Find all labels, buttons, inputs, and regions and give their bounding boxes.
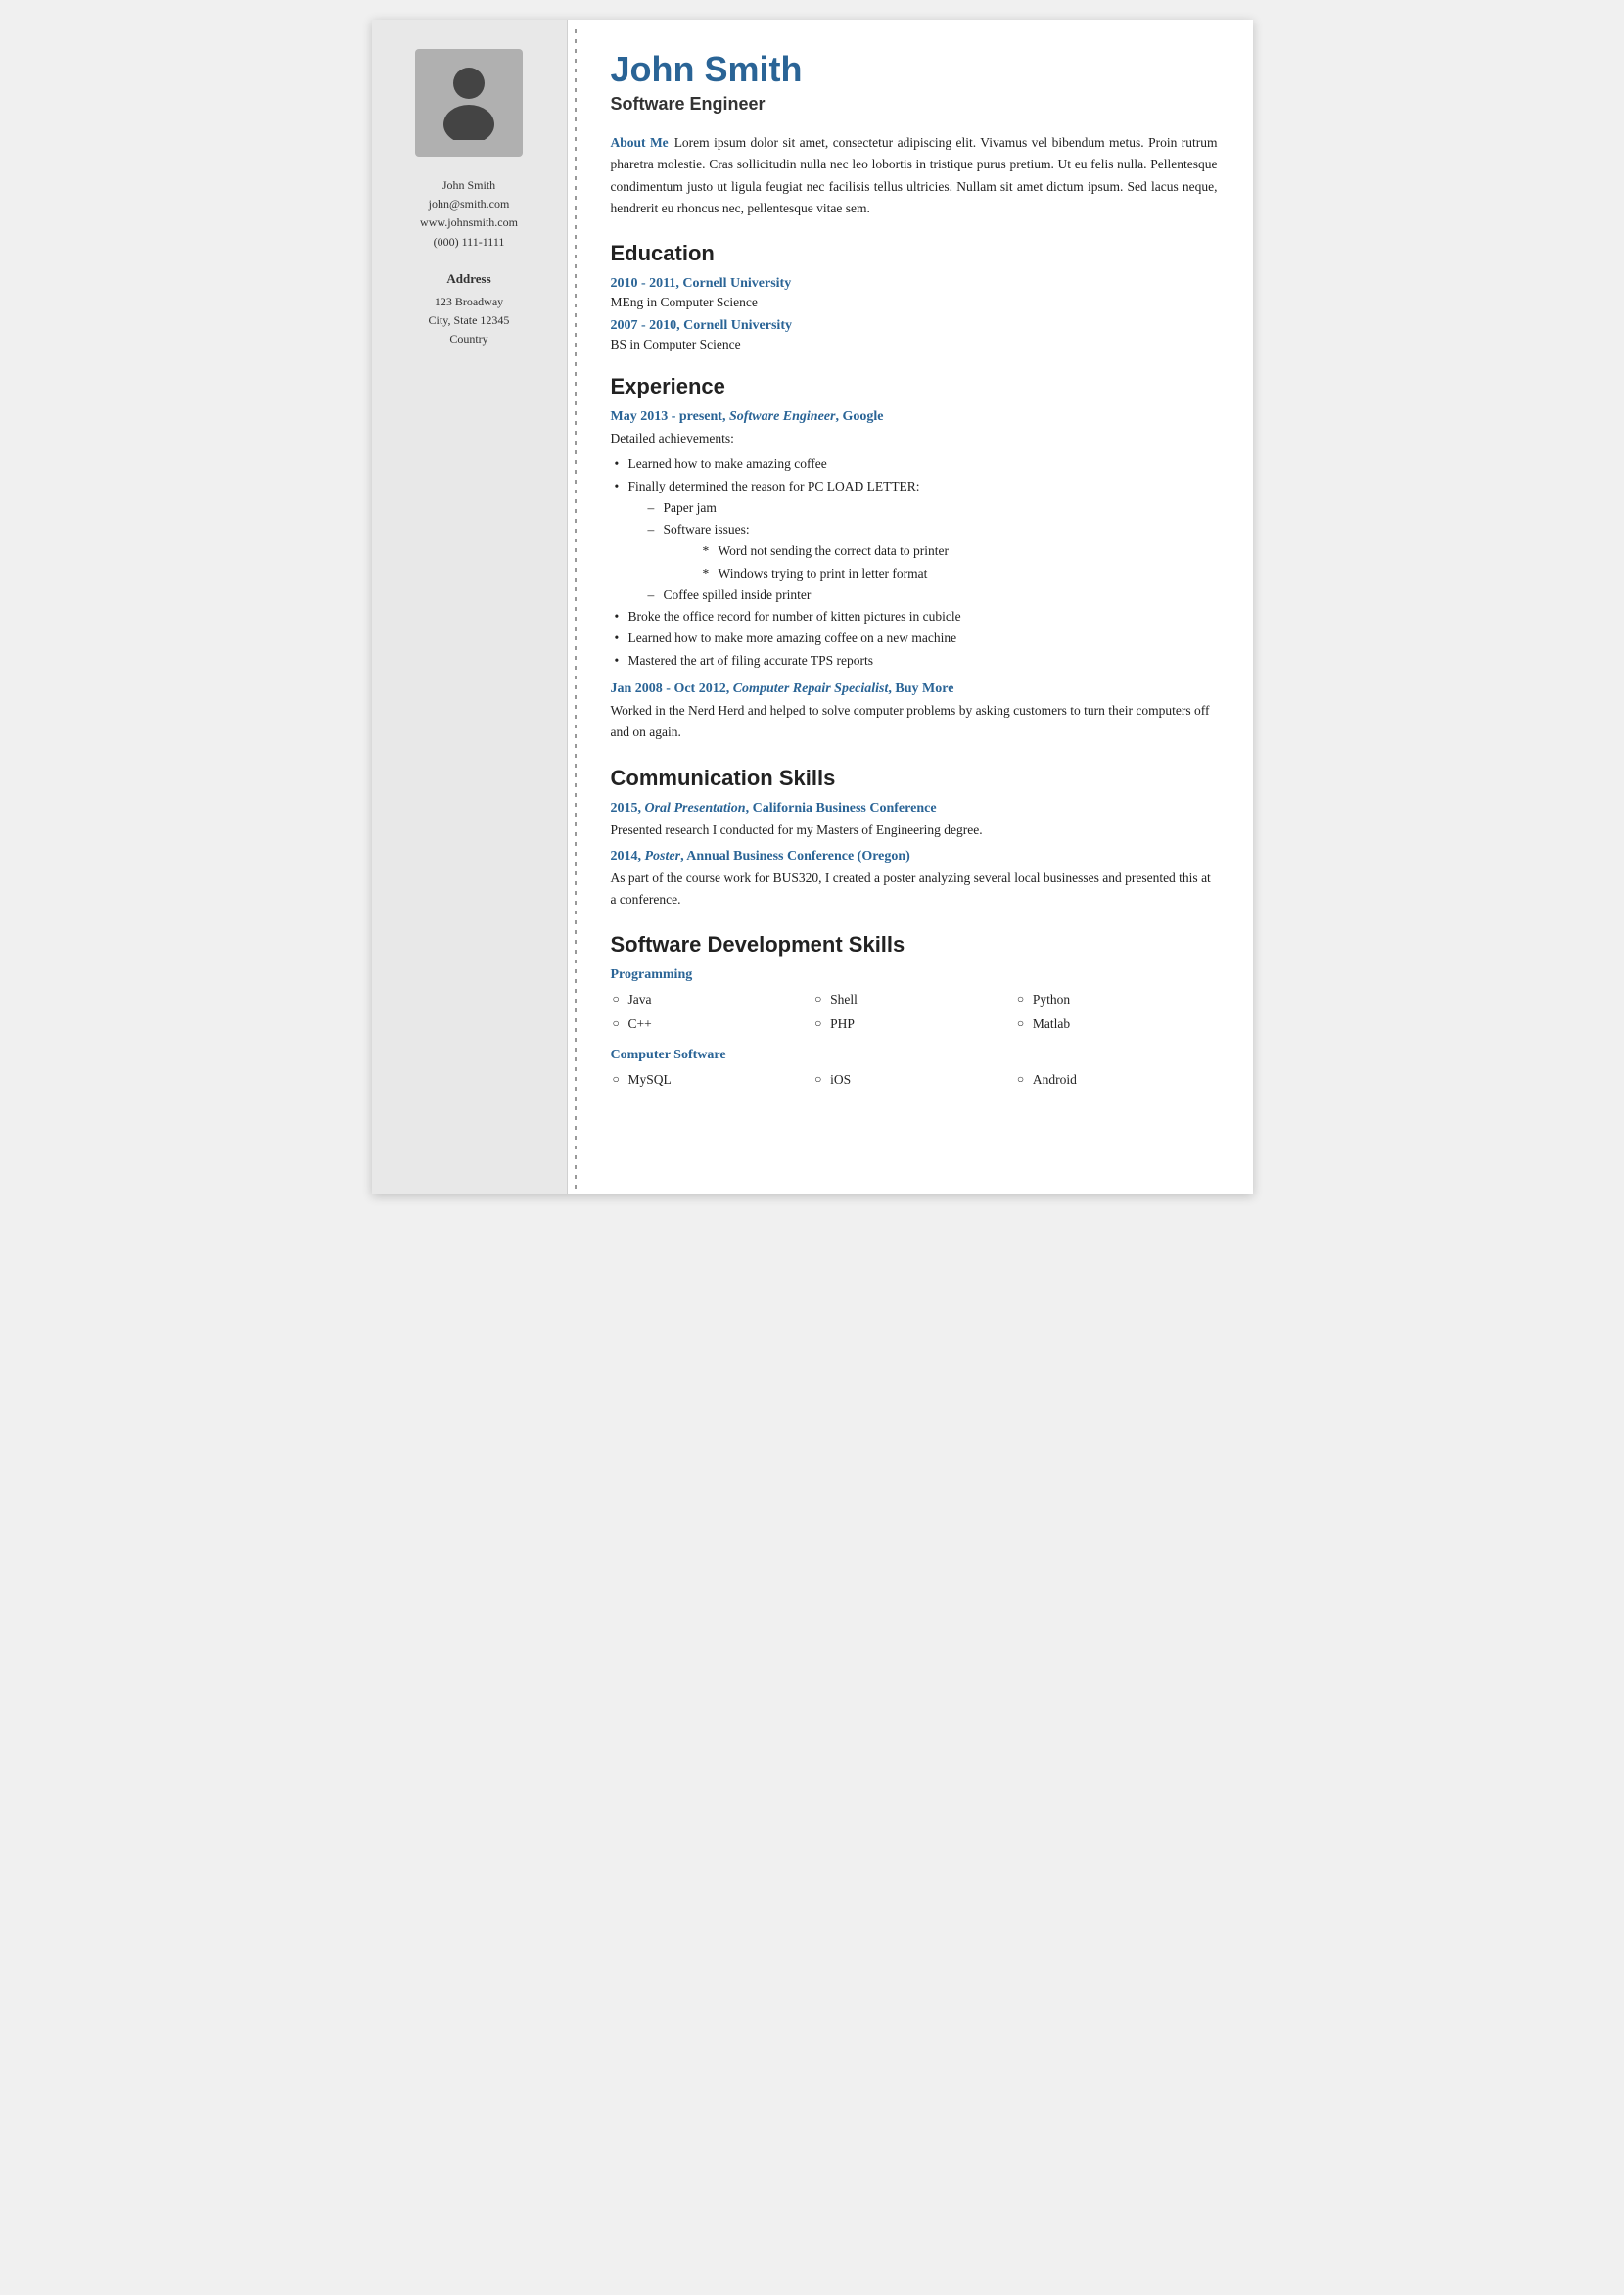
comm-title-2: 2014, Poster, Annual Business Conference… bbox=[611, 849, 1218, 865]
education-degree-2: BS in Computer Science bbox=[611, 337, 1218, 352]
sidebar-contact: John Smith john@smith.com www.johnsmith.… bbox=[420, 176, 518, 252]
sub-sub-bullet-item: Windows trying to print in letter format bbox=[664, 563, 1218, 585]
exp-body-1: Detailed achievements: bbox=[611, 428, 1218, 449]
skill-ios: iOS bbox=[812, 1069, 1015, 1092]
sub-sub-bullet-item: Word not sending the correct data to pri… bbox=[664, 540, 1218, 562]
experience-heading: Experience bbox=[611, 374, 1218, 399]
sub-bullet-item: Software issues: Word not sending the co… bbox=[628, 519, 1218, 585]
sidebar-phone: (000) 111-1111 bbox=[434, 235, 505, 249]
avatar bbox=[415, 49, 523, 157]
experience-section: Experience May 2013 - present, Software … bbox=[611, 374, 1218, 743]
exp-title-1: May 2013 - present, Software Engineer, G… bbox=[611, 409, 1218, 425]
person-icon bbox=[430, 62, 508, 145]
comm-body-1: Presented research I conducted for my Ma… bbox=[611, 820, 1218, 841]
exp-bullets-1: Learned how to make amazing coffee Final… bbox=[611, 453, 1218, 672]
experience-entry-1: May 2013 - present, Software Engineer, G… bbox=[611, 409, 1218, 672]
comm-body-2: As part of the course work for BUS320, I… bbox=[611, 867, 1218, 912]
education-degree-1: MEng in Computer Science bbox=[611, 295, 1218, 310]
bullet-item: Finally determined the reason for PC LOA… bbox=[611, 476, 1218, 607]
skills-section: Software Development Skills Programming … bbox=[611, 932, 1218, 1092]
communication-section: Communication Skills 2015, Oral Presenta… bbox=[611, 766, 1218, 912]
address-line2: City, State 12345 bbox=[429, 313, 510, 327]
address-line3: Country bbox=[449, 332, 487, 346]
education-entry-2: 2007 - 2010, Cornell University BS in Co… bbox=[611, 318, 1218, 352]
bullet-item: Learned how to make amazing coffee bbox=[611, 453, 1218, 475]
skill-php: PHP bbox=[812, 1013, 1015, 1036]
sidebar: John Smith john@smith.com www.johnsmith.… bbox=[372, 20, 568, 1194]
programming-grid: Java Shell Python C++ PHP Matlab bbox=[611, 989, 1218, 1036]
exp-body-2: Worked in the Nerd Herd and helped to so… bbox=[611, 700, 1218, 744]
skill-java: Java bbox=[611, 989, 813, 1011]
about-me-text: Lorem ipsum dolor sit amet, consectetur … bbox=[611, 135, 1218, 215]
job-title: Software Engineer bbox=[611, 94, 1218, 115]
software-grid: MySQL iOS Android bbox=[611, 1069, 1218, 1092]
experience-entry-2: Jan 2008 - Oct 2012, Computer Repair Spe… bbox=[611, 681, 1218, 744]
bullet-item: Broke the office record for number of ki… bbox=[611, 606, 1218, 628]
sub-bullets: Paper jam Software issues: Word not send… bbox=[628, 497, 1218, 606]
sub-sub-bullets: Word not sending the correct data to pri… bbox=[664, 540, 1218, 585]
education-entry-1: 2010 - 2011, Cornell University MEng in … bbox=[611, 276, 1218, 310]
communication-heading: Communication Skills bbox=[611, 766, 1218, 791]
main-content: John Smith Software Engineer About MeLor… bbox=[583, 20, 1253, 1194]
programming-label: Programming bbox=[611, 967, 1218, 983]
sidebar-website: www.johnsmith.com bbox=[420, 215, 518, 229]
skill-matlab: Matlab bbox=[1015, 1013, 1218, 1036]
about-me-label: About Me bbox=[611, 135, 669, 150]
divider-column bbox=[568, 20, 583, 1194]
sub-bullet-item: Coffee spilled inside printer bbox=[628, 585, 1218, 606]
skill-cpp: C++ bbox=[611, 1013, 813, 1036]
address-line1: 123 Broadway bbox=[435, 295, 503, 308]
sidebar-email: john@smith.com bbox=[429, 197, 510, 211]
skills-heading: Software Development Skills bbox=[611, 932, 1218, 958]
comm-title-1: 2015, Oral Presentation, California Busi… bbox=[611, 801, 1218, 817]
software-label: Computer Software bbox=[611, 1048, 1218, 1063]
education-heading: Education bbox=[611, 241, 1218, 266]
exp-title-2: Jan 2008 - Oct 2012, Computer Repair Spe… bbox=[611, 681, 1218, 697]
sidebar-address: 123 Broadway City, State 12345 Country bbox=[429, 293, 510, 350]
bullet-item: Learned how to make more amazing coffee … bbox=[611, 628, 1218, 649]
dotted-line bbox=[575, 29, 577, 1194]
education-title-2: 2007 - 2010, Cornell University bbox=[611, 318, 1218, 334]
skill-mysql: MySQL bbox=[611, 1069, 813, 1092]
skill-python: Python bbox=[1015, 989, 1218, 1011]
sidebar-name: John Smith bbox=[442, 178, 495, 192]
programming-subsection: Programming Java Shell Python C++ PHP Ma… bbox=[611, 967, 1218, 1036]
resume-container: John Smith john@smith.com www.johnsmith.… bbox=[372, 20, 1253, 1194]
skill-shell: Shell bbox=[812, 989, 1015, 1011]
education-section: Education 2010 - 2011, Cornell Universit… bbox=[611, 241, 1218, 352]
comm-entry-1: 2015, Oral Presentation, California Busi… bbox=[611, 801, 1218, 841]
education-title-1: 2010 - 2011, Cornell University bbox=[611, 276, 1218, 292]
skill-android: Android bbox=[1015, 1069, 1218, 1092]
bullet-item: Mastered the art of filing accurate TPS … bbox=[611, 650, 1218, 672]
software-subsection: Computer Software MySQL iOS Android bbox=[611, 1048, 1218, 1092]
address-label: Address bbox=[446, 271, 490, 287]
about-me-section: About MeLorem ipsum dolor sit amet, cons… bbox=[611, 132, 1218, 219]
sub-bullet-item: Paper jam bbox=[628, 497, 1218, 519]
resume-header: John Smith Software Engineer bbox=[611, 49, 1218, 115]
full-name: John Smith bbox=[611, 49, 1218, 90]
comm-entry-2: 2014, Poster, Annual Business Conference… bbox=[611, 849, 1218, 912]
